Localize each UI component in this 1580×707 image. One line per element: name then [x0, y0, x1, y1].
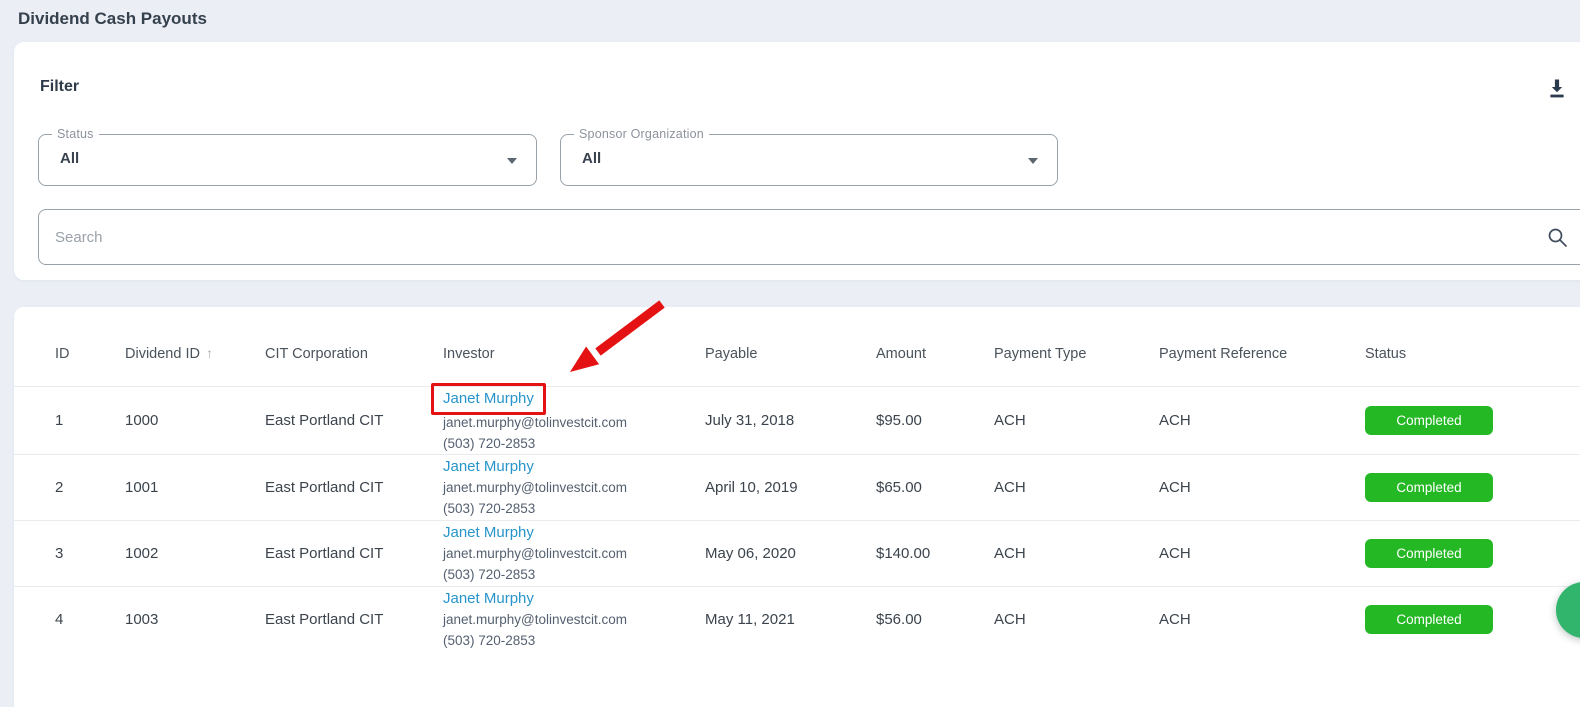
- status-cell: Completed: [1365, 387, 1580, 455]
- cit-corporation-cell: East Portland CIT: [265, 387, 443, 455]
- id-cell: 3: [14, 521, 125, 587]
- table-body: 1 1000 East Portland CIT Janet Murphy ja…: [14, 387, 1580, 653]
- table-row: 1 1000 East Portland CIT Janet Murphy ja…: [14, 387, 1580, 455]
- amount-cell: $56.00: [876, 587, 994, 653]
- sponsor-organization-select-label: Sponsor Organization: [574, 127, 709, 141]
- payment-type-cell: ACH: [994, 587, 1159, 653]
- table-row: 3 1002 East Portland CIT Janet Murphy ja…: [14, 521, 1580, 587]
- investor-name-link[interactable]: Janet Murphy: [443, 590, 534, 607]
- payment-reference-cell: ACH: [1159, 455, 1365, 521]
- chevron-down-icon: [507, 158, 517, 164]
- filter-heading: Filter: [40, 78, 79, 96]
- status-badge: Completed: [1365, 473, 1493, 502]
- investor-cell: Janet Murphy janet.murphy@tolinvestcit.c…: [443, 455, 705, 521]
- status-badge: Completed: [1365, 539, 1493, 568]
- payable-cell: May 06, 2020: [705, 521, 876, 587]
- investor-name-link[interactable]: Janet Murphy: [443, 524, 534, 541]
- dividend-id-cell: 1001: [125, 455, 265, 521]
- sponsor-organization-select[interactable]: Sponsor Organization All: [560, 134, 1058, 186]
- column-header-investor[interactable]: Investor: [443, 307, 705, 387]
- dividend-id-cell: 1000: [125, 387, 265, 455]
- payouts-table-card: ID Dividend ID↑ CIT Corporation Investor…: [14, 307, 1580, 707]
- table-header-row: ID Dividend ID↑ CIT Corporation Investor…: [14, 307, 1580, 387]
- cit-corporation-cell: East Portland CIT: [265, 521, 443, 587]
- column-header-payment-reference[interactable]: Payment Reference: [1159, 307, 1365, 387]
- payable-cell: July 31, 2018: [705, 387, 876, 455]
- page-title: Dividend Cash Payouts: [18, 9, 207, 29]
- red-highlight-box: Janet Murphy: [443, 590, 534, 607]
- dividend-id-cell: 1002: [125, 521, 265, 587]
- column-header-status[interactable]: Status: [1365, 307, 1580, 387]
- amount-cell: $65.00: [876, 455, 994, 521]
- status-select[interactable]: Status All: [38, 134, 537, 186]
- payable-cell: April 10, 2019: [705, 455, 876, 521]
- amount-cell: $95.00: [876, 387, 994, 455]
- amount-cell: $140.00: [876, 521, 994, 587]
- download-button[interactable]: [1542, 74, 1572, 104]
- investor-phone: (503) 720-2853: [443, 498, 705, 519]
- status-badge: Completed: [1365, 406, 1493, 435]
- payment-reference-cell: ACH: [1159, 521, 1365, 587]
- id-cell: 1: [14, 387, 125, 455]
- table-row: 4 1003 East Portland CIT Janet Murphy ja…: [14, 587, 1580, 653]
- payable-cell: May 11, 2021: [705, 587, 876, 653]
- investor-name-link[interactable]: Janet Murphy: [443, 390, 534, 407]
- cit-corporation-cell: East Portland CIT: [265, 587, 443, 653]
- search-input[interactable]: [38, 209, 1580, 265]
- investor-cell: Janet Murphy janet.murphy@tolinvestcit.c…: [443, 587, 705, 653]
- search-field-wrap: [38, 209, 1580, 265]
- payment-type-cell: ACH: [994, 521, 1159, 587]
- payment-reference-cell: ACH: [1159, 387, 1365, 455]
- status-select-value: All: [60, 150, 79, 167]
- investor-phone: (503) 720-2853: [443, 433, 705, 454]
- dividend-id-cell: 1003: [125, 587, 265, 653]
- status-select-label: Status: [52, 127, 99, 141]
- payment-type-cell: ACH: [994, 455, 1159, 521]
- column-header-dividend-id[interactable]: Dividend ID↑: [125, 307, 265, 387]
- sponsor-organization-select-value: All: [582, 150, 601, 167]
- cit-corporation-cell: East Portland CIT: [265, 455, 443, 521]
- investor-email: janet.murphy@tolinvestcit.com: [443, 609, 705, 630]
- investor-email: janet.murphy@tolinvestcit.com: [443, 477, 705, 498]
- red-highlight-box: Janet Murphy: [431, 383, 546, 415]
- column-header-payment-type[interactable]: Payment Type: [994, 307, 1159, 387]
- investor-cell: Janet Murphy janet.murphy@tolinvestcit.c…: [443, 387, 705, 455]
- column-header-cit-corporation[interactable]: CIT Corporation: [265, 307, 443, 387]
- status-badge: Completed: [1365, 605, 1493, 634]
- red-highlight-box: Janet Murphy: [443, 524, 534, 541]
- payouts-table: ID Dividend ID↑ CIT Corporation Investor…: [14, 307, 1580, 653]
- chevron-down-icon: [1028, 158, 1038, 164]
- id-cell: 2: [14, 455, 125, 521]
- investor-email: janet.murphy@tolinvestcit.com: [443, 412, 705, 433]
- id-cell: 4: [14, 587, 125, 653]
- column-header-amount[interactable]: Amount: [876, 307, 994, 387]
- download-icon: [1545, 88, 1569, 103]
- status-cell: Completed: [1365, 455, 1580, 521]
- investor-cell: Janet Murphy janet.murphy@tolinvestcit.c…: [443, 521, 705, 587]
- column-header-payable[interactable]: Payable: [705, 307, 876, 387]
- investor-email: janet.murphy@tolinvestcit.com: [443, 543, 705, 564]
- investor-name-link[interactable]: Janet Murphy: [443, 458, 534, 475]
- investor-phone: (503) 720-2853: [443, 630, 705, 651]
- payment-reference-cell: ACH: [1159, 587, 1365, 653]
- status-cell: Completed: [1365, 587, 1580, 653]
- filter-card: Filter Status All Sponsor Organization A…: [14, 42, 1580, 280]
- investor-phone: (503) 720-2853: [443, 564, 705, 585]
- column-header-id[interactable]: ID: [14, 307, 125, 387]
- sort-ascending-icon: ↑: [206, 345, 213, 361]
- payment-type-cell: ACH: [994, 387, 1159, 455]
- status-cell: Completed: [1365, 521, 1580, 587]
- red-highlight-box: Janet Murphy: [443, 458, 534, 475]
- table-row: 2 1001 East Portland CIT Janet Murphy ja…: [14, 455, 1580, 521]
- search-icon[interactable]: [1546, 226, 1568, 253]
